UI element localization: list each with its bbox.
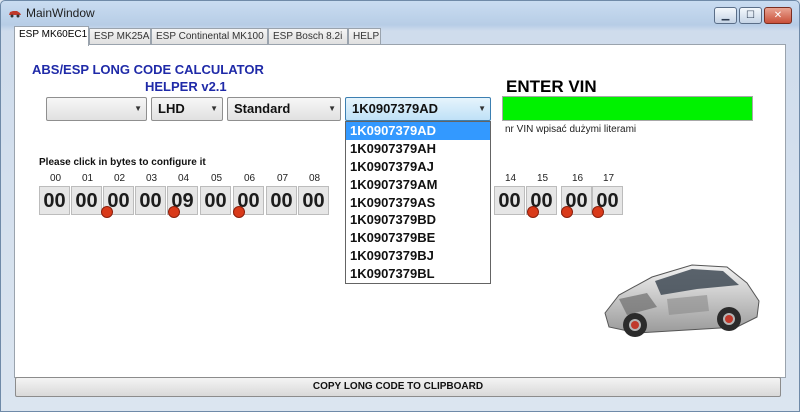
car-illustration [604,264,760,337]
dropdown-option[interactable]: 1K0907379BL [346,265,490,283]
dropdown-option[interactable]: 1K0907379BE [346,229,490,247]
window-title: MainWindow [26,6,95,20]
drive-side-select[interactable]: LHD ▼ [151,97,223,121]
tab-help[interactable]: HELP [348,28,381,45]
tab-esp-continental-mk100[interactable]: ESP Continental MK100 [151,28,268,45]
byte-box[interactable]: 00 [266,186,297,215]
byte-index: 06 [243,173,256,184]
dropdown-option[interactable]: 1K0907379AS [346,194,490,212]
dropdown-option[interactable]: 1K0907379AM [346,176,490,194]
byte-index: 03 [145,173,158,184]
byte-box[interactable]: 00 [494,186,525,215]
chevron-down-icon: ▼ [328,104,336,113]
title-bar[interactable]: MainWindow ▁ ☐ ✕ [1,1,799,25]
model-select[interactable]: ▼ [46,97,147,121]
dropdown-option[interactable]: 1K0907379AJ [346,158,490,176]
byte-box[interactable]: 00 [39,186,70,215]
byte-index: 00 [49,173,62,184]
dropdown-option[interactable]: 1K0907379AH [346,140,490,158]
byte-box[interactable]: 00 [200,186,231,215]
drive-side-value: LHD [158,101,185,116]
close-button[interactable]: ✕ [764,7,792,24]
car-app-icon [9,11,21,18]
app-version: HELPER v2.1 [145,79,227,94]
byte-index: 14 [504,173,517,184]
byte-index: 07 [276,173,289,184]
tab-esp-mk25a[interactable]: ESP MK25A [89,28,151,45]
part-number-value: 1K0907379AD [352,101,439,116]
byte-box[interactable]: 00 [135,186,166,215]
bit-indicator-icon [592,206,604,218]
variant-select[interactable]: Standard ▼ [227,97,341,121]
dropdown-option[interactable]: 1K0907379BJ [346,247,490,265]
bytes-instruction: Please click in bytes to configure it [39,157,206,168]
byte-index: 15 [536,173,549,184]
maximize-button[interactable]: ☐ [739,7,762,24]
minimize-button[interactable]: ▁ [714,7,737,24]
bit-indicator-icon [561,206,573,218]
dropdown-option[interactable]: 1K0907379BD [346,211,490,229]
bit-indicator-icon [233,206,245,218]
enter-vin-label: ENTER VIN [506,77,597,96]
chevron-down-icon: ▼ [134,104,142,113]
part-number-select[interactable]: 1K0907379AD ▼ [345,97,491,121]
byte-index: 05 [210,173,223,184]
vin-input[interactable] [502,96,753,121]
tab-esp-bosch-82i[interactable]: ESP Bosch 8.2i [268,28,348,45]
part-number-dropdown-list: 1K0907379AD 1K0907379AH 1K0907379AJ 1K09… [345,121,491,284]
app-heading: ABS/ESP LONG CODE CALCULATOR [32,62,264,77]
bit-indicator-icon [527,206,539,218]
tab-esp-mk60ec1[interactable]: ESP MK60EC1 [14,26,89,46]
byte-index: 02 [113,173,126,184]
byte-index: 01 [81,173,94,184]
byte-box[interactable]: 00 [298,186,329,215]
byte-index: 08 [308,173,321,184]
copy-long-code-button[interactable]: COPY LONG CODE TO CLIPBOARD [15,377,781,397]
byte-index: 16 [571,173,584,184]
bit-indicator-icon [101,206,113,218]
dropdown-option[interactable]: 1K0907379AD [346,122,490,140]
variant-value: Standard [234,101,291,116]
chevron-down-icon: ▼ [478,104,486,113]
byte-box[interactable]: 00 [71,186,102,215]
byte-index: 04 [177,173,190,184]
vin-hint: nr VIN wpisać dużymi literami [505,124,637,135]
byte-index: 17 [602,173,615,184]
bit-indicator-icon [168,206,180,218]
chevron-down-icon: ▼ [210,104,218,113]
